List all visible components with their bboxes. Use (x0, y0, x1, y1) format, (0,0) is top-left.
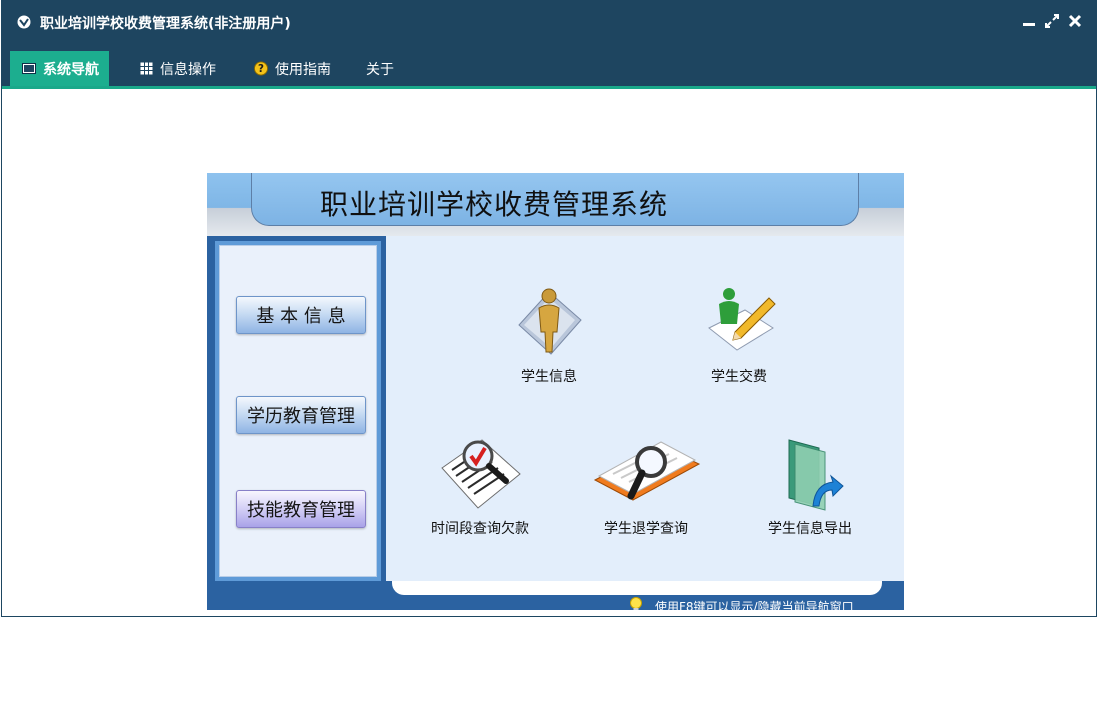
app-window: 职业培训学校收费管理系统(非注册用户) 系统导航 信息操作 ? 使用指南 关于 … (1, 0, 1097, 617)
minimize-icon[interactable] (1022, 14, 1036, 28)
menu-item-about[interactable]: 关于 (366, 51, 394, 86)
footer-hint: 使用F8键可以显示/隐藏当前导航窗口 (629, 597, 854, 610)
help-icon: ? (254, 61, 268, 76)
academic-education-button[interactable]: 学历教育管理 (236, 396, 366, 434)
person-document-icon (518, 288, 582, 355)
lightbulb-icon (629, 597, 643, 610)
menu-item-system-nav[interactable]: 系统导航 (10, 51, 109, 86)
basic-info-button[interactable]: 基 本 信 息 (236, 296, 366, 334)
footer-notch (392, 581, 882, 595)
monitor-icon (22, 62, 36, 76)
tile-label: 学生交费 (711, 369, 767, 385)
nav-header: 职业培训学校收费管理系统 (207, 173, 904, 236)
navigation-panel: 职业培训学校收费管理系统 基 本 信 息 学历教育管理 技能教育管理 学生信息 (207, 173, 904, 610)
window-title: 职业培训学校收费管理系统(非注册用户) (40, 16, 291, 32)
tile-label: 时间段查询欠款 (431, 521, 529, 537)
menu-item-label: 系统导航 (43, 61, 99, 78)
window-controls (1022, 14, 1082, 28)
svg-text:?: ? (258, 63, 264, 75)
menu-item-user-guide[interactable]: ? 使用指南 (254, 51, 331, 86)
restore-icon[interactable] (1045, 14, 1059, 28)
tile-label: 学生信息 (521, 369, 577, 385)
nav-title: 职业培训学校收费管理系统 (320, 188, 669, 221)
nav-footer: 使用F8键可以显示/隐藏当前导航窗口 (207, 581, 904, 610)
book-magnifier-icon (593, 441, 701, 501)
footer-hint-text: 使用F8键可以显示/隐藏当前导航窗口 (655, 600, 854, 610)
student-export-tile[interactable]: 学生信息导出 (740, 434, 880, 538)
person-pencil-icon (708, 288, 776, 351)
skill-education-button[interactable]: 技能教育管理 (236, 490, 366, 528)
app-logo-icon (17, 15, 31, 29)
withdrawal-query-tile[interactable]: 学生退学查询 (576, 434, 716, 538)
menu-item-label: 关于 (366, 61, 394, 78)
menu-bar: 系统导航 信息操作 ? 使用指南 关于 (2, 46, 1096, 89)
grid-icon (139, 62, 153, 76)
tile-label: 学生退学查询 (604, 521, 688, 537)
menu-item-label: 信息操作 (160, 61, 216, 78)
folder-export-icon (788, 439, 844, 511)
student-info-tile[interactable]: 学生信息 (479, 280, 619, 386)
title-bar[interactable]: 职业培训学校收费管理系统(非注册用户) (2, 0, 1096, 46)
tile-label: 学生信息导出 (768, 521, 852, 537)
student-payment-tile[interactable]: 学生交费 (669, 280, 809, 386)
arrears-query-tile[interactable]: 时间段查询欠款 (410, 434, 550, 538)
menu-item-info-ops[interactable]: 信息操作 (139, 51, 216, 86)
nav-sidebar: 基 本 信 息 学历教育管理 技能教育管理 (215, 241, 381, 581)
nav-main-area: 学生信息 学生交费 时间段查询欠款 学生退学查询 学生信息导出 (384, 236, 904, 585)
menu-item-label: 使用指南 (275, 61, 331, 78)
nav-sidebar-inner: 基 本 信 息 学历教育管理 技能教育管理 (219, 245, 377, 577)
document-magnifier-icon (441, 439, 521, 509)
close-icon[interactable] (1068, 14, 1082, 28)
